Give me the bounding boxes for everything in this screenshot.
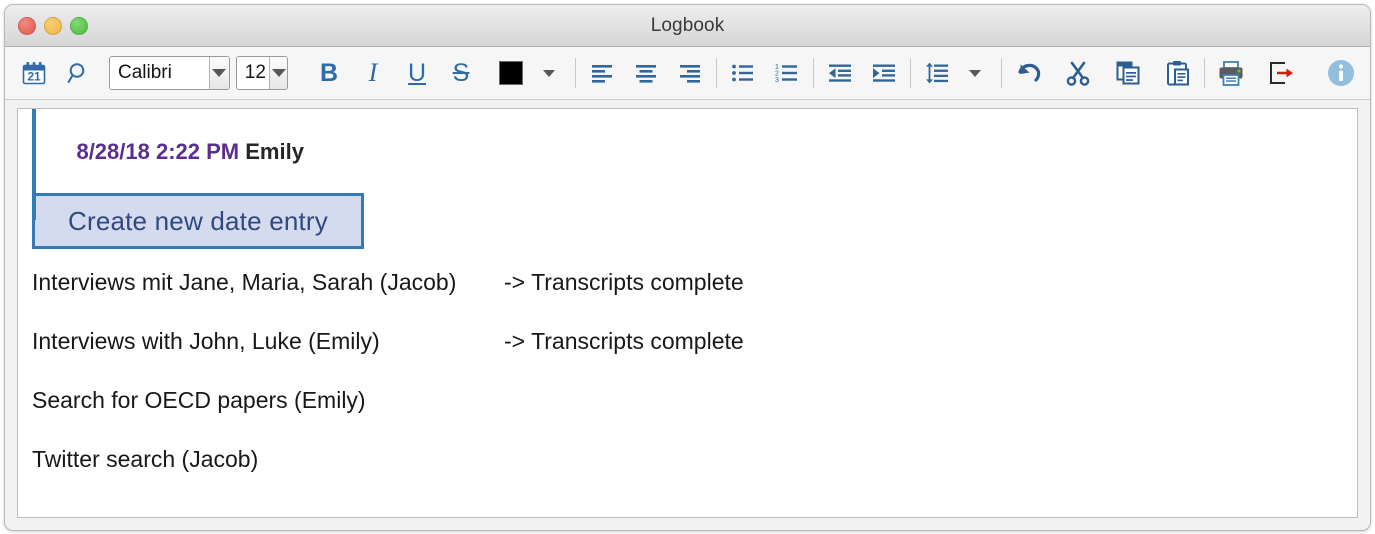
align-center-button[interactable] (627, 54, 665, 92)
title-bar: Logbook (5, 5, 1370, 47)
italic-icon: I (368, 58, 378, 87)
row-task: Interviews with John, Luke (Emily) (32, 328, 380, 354)
font-color-dropdown[interactable] (530, 54, 568, 92)
copy-icon (1116, 61, 1140, 85)
search-icon-button[interactable] (59, 54, 97, 92)
align-left-icon (592, 65, 612, 83)
document-area[interactable]: 8/28/18 2:22 PM Emily Create new date en… (17, 108, 1358, 518)
font-color-button[interactable] (492, 54, 530, 92)
strikethrough-icon: S (452, 58, 470, 87)
document-content[interactable]: 8/28/18 2:22 PM Emily Create new date en… (18, 109, 1357, 517)
toolbar-separator (716, 58, 717, 88)
underline-button[interactable]: U (398, 54, 436, 92)
selection-change-bar (32, 109, 36, 220)
undo-button[interactable] (1009, 54, 1047, 92)
print-button[interactable] (1212, 54, 1250, 92)
table-row[interactable]: Interviews mit Jane, Maria, Sarah (Jacob… (18, 269, 1357, 328)
cut-button[interactable] (1059, 54, 1097, 92)
copy-button[interactable] (1109, 54, 1147, 92)
toolbar-separator (910, 58, 911, 88)
line-spacing-icon (926, 62, 948, 84)
toolbar-separator (1001, 58, 1002, 88)
toolbar-separator (813, 58, 814, 88)
row-task: Search for OECD papers (Emily) (32, 387, 366, 413)
font-color-swatch-icon (499, 61, 523, 85)
align-right-button[interactable] (671, 54, 709, 92)
export-icon (1270, 62, 1293, 84)
bold-icon: B (319, 58, 339, 87)
strikethrough-button[interactable]: S (442, 54, 480, 92)
italic-button[interactable]: I (354, 54, 392, 92)
chevron-down-icon (543, 69, 555, 77)
table-row[interactable]: Search for OECD papers (Emily) (18, 387, 1357, 446)
create-new-date-entry-button[interactable]: Create new date entry (32, 193, 364, 249)
scissors-icon (1066, 61, 1090, 86)
toolbar-separator (575, 58, 576, 88)
entry-date: 8/28/18 2:22 PM (76, 139, 240, 164)
line-spacing-button[interactable] (918, 54, 956, 92)
increase-indent-button[interactable] (865, 54, 903, 92)
search-icon (67, 63, 85, 83)
align-right-icon (680, 65, 700, 83)
bold-button[interactable]: B (310, 54, 348, 92)
row-task: Interviews mit Jane, Maria, Sarah (Jacob… (32, 269, 457, 295)
calendar-day-number: 21 (27, 70, 41, 84)
align-center-icon (636, 65, 656, 83)
increase-indent-icon (873, 64, 895, 82)
svg-text:3: 3 (775, 77, 779, 84)
underline-icon: U (407, 58, 427, 87)
info-button[interactable] (1322, 54, 1360, 92)
table-row[interactable]: Twitter search (Jacob) (18, 446, 1357, 505)
numbered-list-button[interactable]: 1 2 3 (768, 54, 806, 92)
row-status: -> Transcripts complete (504, 269, 744, 295)
toolbar-separator (1204, 58, 1205, 88)
numbered-list-icon: 1 2 3 (775, 64, 797, 84)
font-family-chevron-down-icon[interactable] (209, 57, 229, 89)
entry-rows: Interviews mit Jane, Maria, Sarah (Jacob… (18, 269, 1357, 505)
bulleted-list-icon (732, 64, 753, 82)
export-button[interactable] (1262, 54, 1300, 92)
entry-header: 8/28/18 2:22 PM Emily (18, 121, 1357, 183)
decrease-indent-icon (829, 64, 851, 82)
font-size-value: 12 (236, 57, 270, 89)
info-icon (1328, 60, 1354, 86)
font-family-select[interactable]: Calibri (109, 56, 230, 90)
font-size-chevron-down-icon[interactable] (269, 57, 287, 89)
table-row[interactable]: Interviews with John, Luke (Emily) -> Tr… (18, 328, 1357, 387)
decrease-indent-button[interactable] (821, 54, 859, 92)
toolbar: 21 Calibri 12 B I U S 1 2 3 (5, 47, 1370, 100)
calendar-icon: 21 (22, 62, 46, 85)
paste-icon (1167, 61, 1189, 86)
undo-icon (1018, 63, 1041, 82)
entry-author: Emily (245, 139, 304, 164)
line-spacing-dropdown[interactable] (956, 54, 994, 92)
align-left-button[interactable] (583, 54, 621, 92)
bulleted-list-button[interactable] (724, 54, 762, 92)
row-status: -> Transcripts complete (504, 328, 744, 354)
font-family-value: Calibri (110, 57, 210, 89)
app-root: Logbook 21 Calibri 12 B I U S 1 2 3 8/28… (0, 0, 1375, 534)
calendar-icon-button[interactable]: 21 (15, 54, 53, 92)
chevron-down-icon (969, 69, 981, 77)
logbook-window: Logbook 21 Calibri 12 B I U S 1 2 3 8/28… (4, 4, 1371, 531)
row-task: Twitter search (Jacob) (32, 446, 259, 472)
font-size-select[interactable]: 12 (235, 56, 288, 90)
window-title: Logbook (650, 15, 725, 36)
paste-button[interactable] (1159, 54, 1197, 92)
printer-icon (1219, 61, 1243, 86)
